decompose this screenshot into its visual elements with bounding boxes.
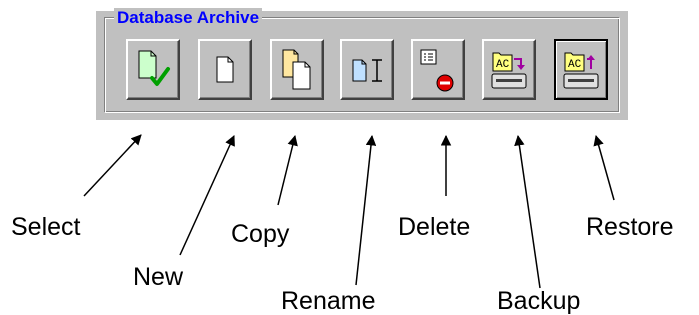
label-backup: Backup <box>497 287 581 315</box>
arrow-select <box>83 134 142 197</box>
callout-arrows <box>83 134 615 289</box>
arrow-backup <box>514 134 541 289</box>
label-restore: Restore <box>586 213 674 241</box>
arrow-new <box>179 135 235 256</box>
label-copy: Copy <box>231 220 290 248</box>
arrow-restore <box>593 134 615 201</box>
label-delete: Delete <box>398 213 471 241</box>
arrow-rename <box>355 134 377 286</box>
arrow-copy <box>277 134 298 206</box>
label-new: New <box>133 263 184 291</box>
label-select: Select <box>11 213 81 241</box>
label-rename: Rename <box>281 287 376 315</box>
